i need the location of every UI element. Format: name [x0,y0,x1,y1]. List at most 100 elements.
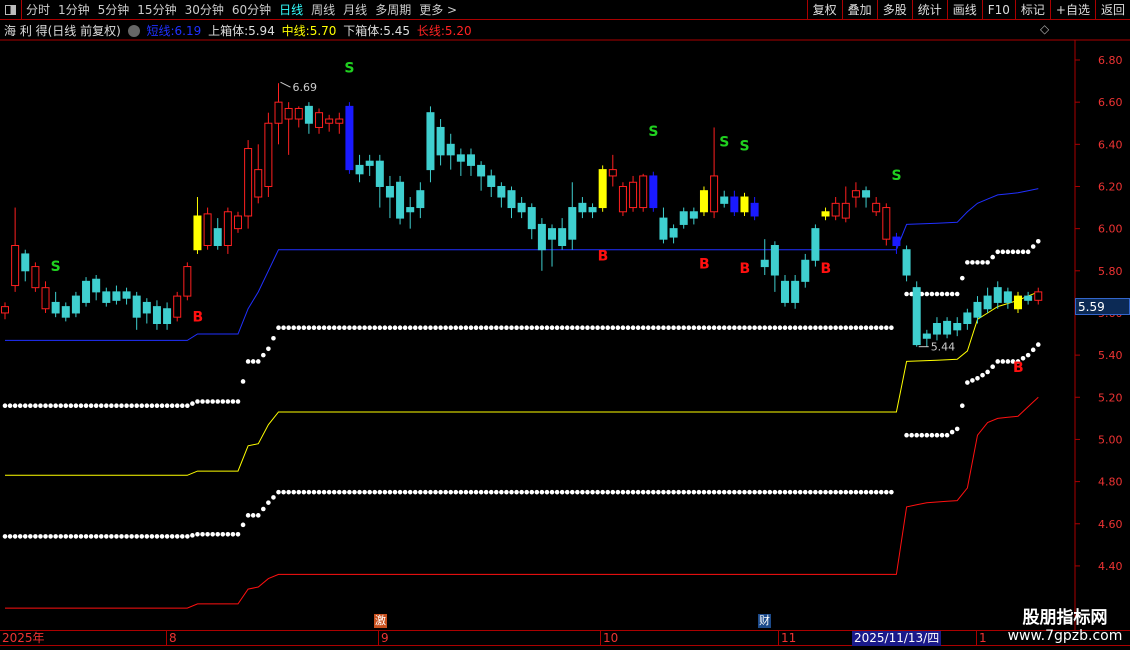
candle-body [416,190,425,209]
signal-B: B [192,309,203,325]
candle [760,239,769,276]
annotation-label: 5.44 [931,341,956,354]
box-dot [483,325,489,331]
candle [841,186,850,223]
box-dot [48,534,53,539]
toolbar-button[interactable]: F10 [981,0,1015,19]
box-dot [367,325,372,331]
candle [466,148,475,176]
y-tick-label: 6.80 [1098,54,1123,67]
toolbar-button[interactable]: 返回 [1094,0,1130,19]
candle [61,302,70,322]
box-dot [28,403,33,409]
box-dot [200,399,205,404]
toolbar: 分时 1分钟 5分钟 15分钟 30分钟 60分钟 日线 周线 月线 多周期 更多 > 复权 叠加 多股… [0,0,1130,20]
x-axis: 2025年 8 9 10 11 2025/11/13/四 1 [0,630,1130,646]
period-tab[interactable]: 30分钟 [181,0,228,20]
candle [152,300,161,330]
candle [851,182,860,208]
box-dot [620,489,626,495]
period-tab[interactable]: 5分钟 [94,0,134,20]
toolbar-button[interactable]: 画线 [946,0,982,19]
box-dot [539,325,545,331]
box-dot [772,325,778,331]
candle-body [355,164,364,175]
box-dot [747,489,752,495]
box-dot [255,359,261,364]
signal-B: B [821,261,832,277]
box-dot [564,489,570,495]
box-dot [884,325,889,331]
box-dot [397,489,403,495]
box-dot [853,489,859,495]
candle [770,241,779,292]
candle [983,287,992,313]
period-tab[interactable]: 1分钟 [54,0,94,20]
period-tab[interactable]: 日线 [275,0,307,20]
period-tab[interactable]: 更多 > [415,0,461,20]
candle-body [639,175,648,209]
toolbar-button[interactable]: 叠加 [841,0,877,19]
candle-body [375,160,384,187]
box-dot [266,346,271,352]
box-dot [691,489,697,495]
candle [355,154,364,183]
box-dot [230,399,236,404]
box-dot [392,325,398,331]
period-tab[interactable]: 月线 [339,0,371,20]
toolbar-button[interactable]: 统计 [911,0,947,19]
box-dot [458,325,464,331]
candle-body [659,217,668,240]
box-dot [458,489,464,495]
box-dot [240,522,246,528]
box-dot [291,489,297,495]
box-dot [823,325,828,331]
box-dot [387,325,393,331]
box-dot [904,291,909,297]
toolbar-button[interactable]: 复权 [806,0,842,19]
candle-body [21,253,30,272]
candle-body [578,202,587,213]
toolbar-button[interactable]: 标记 [1014,0,1050,19]
box-dot [453,489,459,495]
candlestick-chart[interactable]: 6.806.606.406.206.005.805.605.405.205.00… [0,0,1130,630]
event-marker-ji[interactable]: 激 [374,614,387,628]
candle-body [527,207,536,230]
candle [1034,287,1043,305]
period-tab[interactable]: 60分钟 [228,0,275,20]
box-dot [519,325,524,331]
box-dot [767,489,773,495]
box-dot [225,399,231,404]
candle [163,302,172,330]
period-tab[interactable]: 分时 [22,0,54,20]
box-dot [372,489,378,495]
candle-body [264,122,273,187]
candle-body [781,280,790,303]
dropdown-circle-icon[interactable] [127,25,140,37]
period-tab[interactable]: 15分钟 [133,0,180,20]
box-dot [929,291,935,297]
period-tab[interactable]: 周线 [307,0,339,20]
box-dot [792,489,798,495]
panel-toggle-icon[interactable] [0,0,22,20]
box-dot [595,489,600,495]
box-dot [473,489,479,495]
stock-name[interactable]: 海 利 得(日线 前复权) [4,24,121,38]
box-dot [716,325,722,331]
period-tab[interactable]: 多周期 [371,0,415,20]
box-dot [266,500,271,505]
candle-body [872,202,881,213]
event-marker-cai[interactable]: 财 [758,614,771,628]
toolbar-button[interactable]: +自选 [1049,0,1095,19]
box-dot [711,325,717,331]
box-dot [215,532,221,537]
diamond-icon[interactable]: ◇ [1040,22,1049,36]
box-dot [970,260,975,265]
box-dot [549,489,555,495]
toolbar-button[interactable]: 多股 [876,0,912,19]
box-dot [504,325,509,331]
candle [689,207,698,225]
candle [629,175,638,212]
candle [588,203,597,219]
box-dot [93,534,99,539]
